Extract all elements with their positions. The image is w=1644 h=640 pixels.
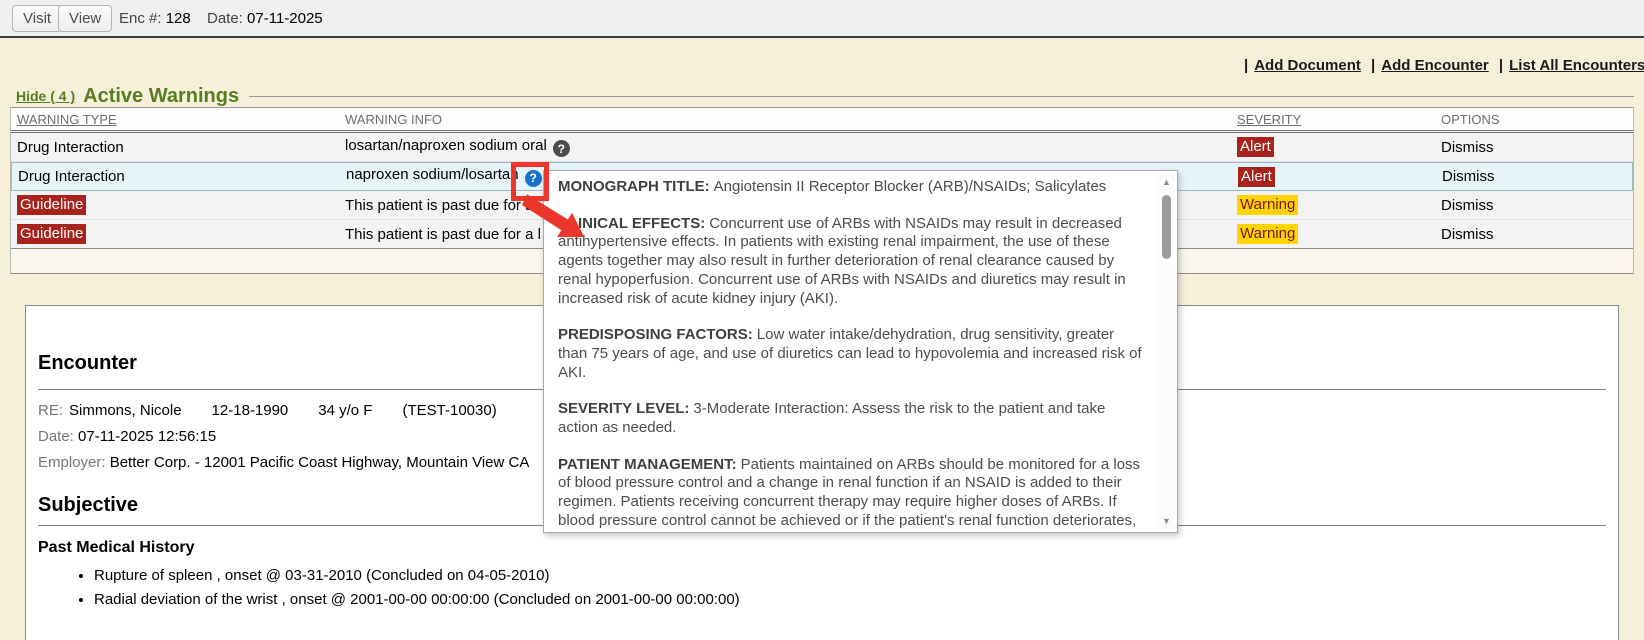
add-encounter-link[interactable]: Add Encounter: [1381, 57, 1489, 74]
link-separator: |: [1371, 57, 1375, 74]
link-separator: |: [1244, 57, 1248, 74]
warning-info-column-header: WARNING INFO: [339, 112, 1231, 127]
enc-number-label: Enc #:: [119, 10, 162, 27]
severity-badge-alert: Alert: [1238, 167, 1275, 187]
dismiss-warning-link[interactable]: Dismiss: [1435, 197, 1633, 214]
encounter-datetime: 07-11-2025 12:56:15: [78, 428, 216, 445]
dismiss-warning-link[interactable]: Dismiss: [1435, 226, 1633, 243]
warning-type: Drug Interaction: [12, 168, 340, 185]
tooltip-scrollbar[interactable]: ▲ ▼: [1158, 173, 1175, 530]
predisposing-factors-section: PREDISPOSING FACTORS:Low water intake/de…: [558, 326, 1143, 382]
employer-value: Better Corp. - 12001 Pacific Coast Highw…: [110, 454, 530, 471]
clinical-effects-section: CLINICAL EFFECTS:Concurrent use of ARBs …: [558, 215, 1143, 309]
warning-type-column-header[interactable]: WARNING TYPE: [11, 112, 339, 127]
severity-level-section: SEVERITY LEVEL:3-Moderate Interaction: A…: [558, 400, 1143, 437]
list-all-encounters-link[interactable]: List All Encounters: [1509, 57, 1644, 74]
encounter-action-links: | Add Document | Add Encounter | List All E…: [1238, 57, 1644, 74]
scroll-down-icon[interactable]: ▼: [1158, 515, 1175, 527]
enc-date-value: 07-11-2025: [247, 10, 323, 27]
hide-warnings-link[interactable]: Hide ( 4 ): [16, 88, 75, 104]
options-column-header: OPTIONS: [1435, 112, 1633, 127]
warning-row-drug-interaction-1: Drug Interaction losartan/naproxen sodiu…: [11, 133, 1633, 162]
encounter-toolbar: Visit View Enc #: 128 Date: 07-11-2025: [0, 0, 1644, 38]
enc-number-value: 128: [166, 10, 191, 27]
drug-monograph-tooltip: MONOGRAPH TITLE:Angiotensin II Receptor …: [543, 170, 1178, 533]
warnings-table-header: WARNING TYPE WARNING INFO SEVERITY OPTIO…: [11, 107, 1633, 133]
dismiss-warning-link[interactable]: Dismiss: [1436, 168, 1632, 185]
severity-badge-warning: Warning: [1237, 224, 1298, 244]
active-warnings-header: Hide ( 4 ) Active Warnings: [10, 85, 1634, 107]
severity-badge-alert: Alert: [1237, 137, 1274, 157]
re-label: RE:: [38, 402, 63, 419]
patient-age-sex: 34 y/o F: [318, 402, 372, 419]
title-rule: [249, 96, 1634, 97]
encounter-screen: Visit View Enc #: 128 Date: 07-11-2025 |…: [0, 0, 1644, 640]
patient-name: Simmons, Nicole: [69, 402, 182, 419]
pmh-item: Rupture of spleen , onset @ 03-31-2010 (…: [94, 564, 1606, 588]
enc-date-label: Date:: [207, 10, 243, 27]
warning-type: Drug Interaction: [11, 139, 339, 156]
dismiss-warning-link[interactable]: Dismiss: [1435, 139, 1633, 156]
monograph-title-section: MONOGRAPH TITLE:Angiotensin II Receptor …: [558, 178, 1143, 197]
add-document-link[interactable]: Add Document: [1254, 57, 1361, 74]
link-separator: |: [1499, 57, 1503, 74]
guideline-badge: Guideline: [17, 224, 86, 244]
warning-info: losartan/naproxen sodium oral?: [339, 137, 1231, 158]
enc-number: Enc #: 128: [119, 10, 191, 27]
severity-column-header[interactable]: SEVERITY: [1231, 112, 1435, 127]
date-label: Date:: [38, 428, 74, 445]
patient-dob: 12-18-1990: [212, 402, 289, 419]
patient-management-section: PATIENT MANAGEMENT:Patients maintained o…: [558, 456, 1143, 533]
view-button[interactable]: View: [58, 5, 112, 32]
scrollbar-thumb[interactable]: [1162, 195, 1171, 259]
patient-id: (TEST-10030): [402, 402, 496, 419]
enc-date: Date: 07-11-2025: [207, 10, 323, 27]
scroll-up-icon[interactable]: ▲: [1158, 176, 1175, 188]
monograph-help-icon[interactable]: ?: [553, 140, 570, 157]
annotation-arrow-icon: [522, 194, 586, 239]
guideline-badge: Guideline: [17, 195, 86, 215]
employer-label: Employer:: [38, 454, 106, 471]
visit-button[interactable]: Visit: [12, 5, 62, 32]
active-warnings-title: Active Warnings: [83, 85, 239, 108]
pmh-item: Radial deviation of the wrist , onset @ …: [94, 588, 1606, 612]
past-medical-history-title: Past Medical History: [38, 539, 1606, 557]
severity-badge-warning: Warning: [1237, 195, 1298, 215]
past-medical-history-list: Rupture of spleen , onset @ 03-31-2010 (…: [94, 564, 1606, 611]
